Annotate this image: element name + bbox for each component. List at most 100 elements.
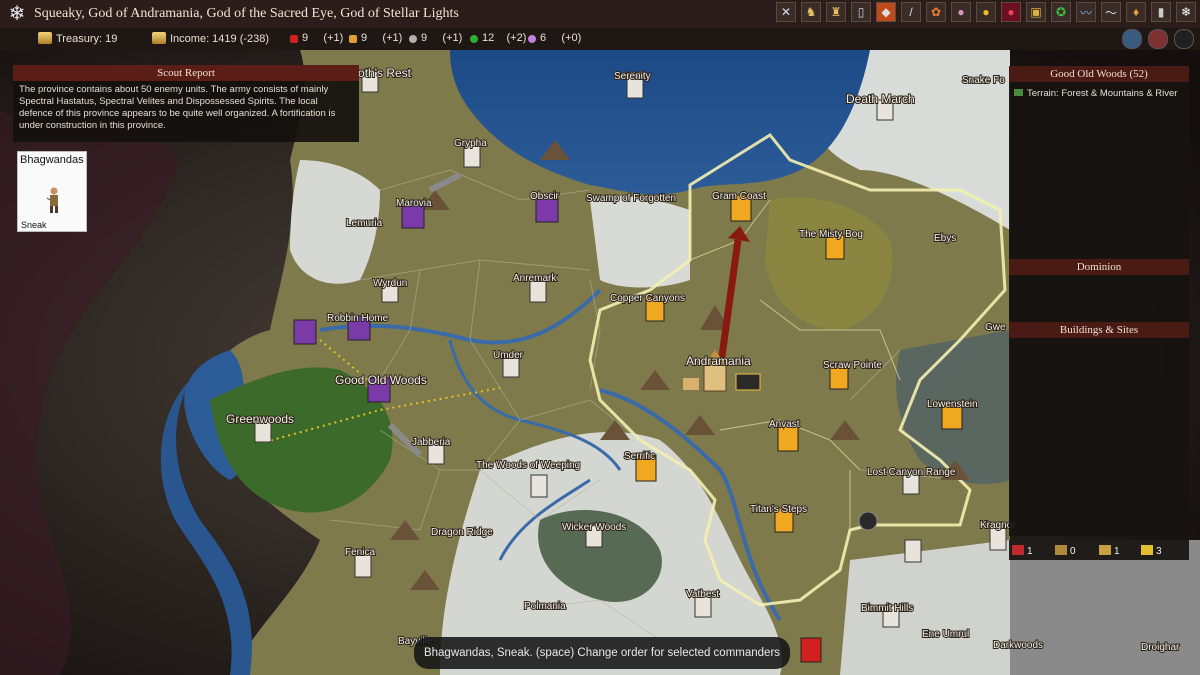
- label-lowenstein: Lowenstein: [927, 399, 978, 410]
- commander-portrait-icon: [46, 187, 58, 213]
- treasury: Treasury: 19: [38, 32, 117, 45]
- fire-gem-icon[interactable]: ◆: [876, 2, 896, 22]
- scout-report-text: The province contains about 50 enemy uni…: [19, 84, 336, 131]
- unit-count-2-value: 0: [1070, 546, 1076, 557]
- castle-icon[interactable]: ♜: [826, 2, 846, 22]
- label-greenwoods: Greenwoods: [226, 412, 294, 426]
- unit-count-3[interactable]: 1: [1099, 545, 1120, 557]
- unit-count-2[interactable]: 0: [1055, 545, 1076, 557]
- label-snake-fo: Snake Fo: [962, 75, 1005, 86]
- label-good-old-woods: Good Old Woods: [335, 373, 427, 387]
- yellow-arrow-icon: [1141, 545, 1153, 555]
- scout-report-header: Scout Report: [13, 65, 359, 81]
- label-lost-canyon-range: Lost Canyon Range: [867, 467, 956, 478]
- globe-icon[interactable]: ✪: [1051, 2, 1071, 22]
- candle-icon[interactable]: ♦: [1126, 2, 1146, 22]
- snowflake-icon[interactable]: ❄: [1176, 2, 1196, 22]
- earth-gem-value: 9: [421, 32, 428, 44]
- label-gwe: Gwe: [985, 322, 1006, 333]
- brain-icon[interactable]: ●: [951, 2, 971, 22]
- unit-count-1[interactable]: 1: [1012, 545, 1033, 557]
- label-serrific: Serrific: [624, 451, 655, 462]
- feather-icon[interactable]: /: [901, 2, 921, 22]
- unit-count-4[interactable]: 3: [1141, 545, 1162, 557]
- dark-orb-icon[interactable]: [1174, 29, 1194, 49]
- wind-icon[interactable]: 〜: [1101, 2, 1121, 22]
- air-gem-delta: (+1): [382, 32, 403, 44]
- label-anvast: Anvast: [769, 419, 800, 430]
- gold-helm-icon: [1055, 545, 1067, 555]
- nature-gems: 12 (+2): [470, 32, 526, 44]
- label-wyrdun: Wyrdun: [373, 278, 407, 289]
- crossed-swords-icon[interactable]: ✕: [776, 2, 796, 22]
- commander-name: Bhagwandas: [20, 154, 84, 166]
- snow-coast: [590, 195, 690, 288]
- status-message: Bhagwandas, Sneak. (space) Change order …: [414, 637, 790, 669]
- terrain-icon: [1014, 89, 1023, 96]
- top-toolbar: ✕ ♞ ♜ ▯ ◆ / ✿ ● ● ● ▣ ✪ 〰 〜 ♦ ▮ ❄: [776, 2, 1196, 26]
- tombstone-icon[interactable]: ▮: [1151, 2, 1171, 22]
- label-ene-umrul: Ene Umrul: [922, 629, 969, 640]
- earth-gem-delta: (+1): [442, 32, 463, 44]
- chest-icon[interactable]: ▣: [1026, 2, 1046, 22]
- label-jabberia: Jabberia: [412, 437, 451, 448]
- fire-gem-icon: [290, 35, 298, 43]
- army-icon[interactable]: ♞: [801, 2, 821, 22]
- label-vatbest: Vatbest: [686, 589, 719, 600]
- label-dragon-ridge: Dragon Ridge: [431, 527, 493, 538]
- air-gem-icon: [349, 35, 357, 43]
- red-banner-icon: [1012, 545, 1024, 555]
- fire-gem-value: 9: [302, 32, 309, 44]
- label-wicker-woods: Wicker Woods: [562, 522, 626, 533]
- globe-view-icon[interactable]: [1122, 29, 1142, 49]
- label-darkwoods: Darkwoods: [993, 640, 1043, 651]
- label-gram-coast: Gram Coast: [712, 191, 766, 202]
- province-info-panel: Good Old Woods (52) Terrain: Forest & Mo…: [1009, 66, 1189, 536]
- label-misty-bog: The Misty Bog: [799, 229, 863, 240]
- income-value: Income: 1419 (-238): [170, 33, 270, 45]
- air-gem-value: 9: [361, 32, 368, 44]
- magic-map-icon[interactable]: ✿: [926, 2, 946, 22]
- unit-count-3-value: 1: [1114, 546, 1120, 557]
- unit-count-1-value: 1: [1027, 546, 1033, 557]
- treasury-icon: [38, 32, 52, 44]
- commander-card[interactable]: Bhagwandas Sneak: [17, 151, 87, 232]
- label-fenica: Fenica: [345, 547, 375, 558]
- blood-icon[interactable]: ●: [1001, 2, 1021, 22]
- astral-pearl-icon: [528, 35, 536, 43]
- income-icon: [152, 32, 166, 44]
- label-copper-canyons: Copper Canyons: [610, 293, 685, 304]
- title-bar: ❄ Squeaky, God of Andramania, God of the…: [0, 0, 1200, 29]
- label-robbin-home: Robbin Home: [327, 313, 389, 324]
- water-icon[interactable]: 〰: [1076, 2, 1096, 22]
- scroll-icon[interactable]: ▯: [851, 2, 871, 22]
- label-ebys: Ebys: [934, 233, 956, 244]
- resource-bar: Treasury: 19 Income: 1419 (-238) 9 (+1) …: [0, 28, 1200, 51]
- dominion-header: Dominion: [1009, 259, 1189, 275]
- label-polmania: Polmania: [524, 601, 566, 612]
- terrain-info: Terrain: Forest & Mountains & River: [1014, 88, 1177, 99]
- label-umder: Umder: [493, 350, 524, 361]
- fire-gem-delta: (+1): [323, 32, 344, 44]
- gold-sword-icon: [1099, 545, 1111, 555]
- site-marker[interactable]: [858, 511, 878, 531]
- land-east: [1010, 540, 1200, 675]
- astral-pearls: 6 (+0): [528, 32, 581, 44]
- label-bimmit-hills: Bimmit Hills: [861, 603, 913, 614]
- sun-icon[interactable]: ●: [976, 2, 996, 22]
- air-gems: 9 (+1): [349, 32, 402, 44]
- astral-pearl-delta: (+0): [561, 32, 582, 44]
- commander-order: Sneak: [21, 220, 47, 230]
- label-serenity: Serenity: [614, 71, 651, 82]
- label-anremark: Anremark: [513, 273, 557, 284]
- label-death-march: Death March: [846, 92, 915, 106]
- label-lemuria: Lemuria: [346, 218, 383, 229]
- label-droighar: Droighar: [1141, 642, 1180, 653]
- treasury-value: Treasury: 19: [56, 33, 118, 45]
- snowflake-icon[interactable]: ❄: [6, 3, 28, 25]
- label-andramania: Andramania: [686, 354, 751, 368]
- window-title: Squeaky, God of Andramania, God of the S…: [34, 6, 459, 21]
- bless-icon[interactable]: [1148, 29, 1168, 49]
- nature-gem-icon: [470, 35, 478, 43]
- earth-gem-icon: [409, 35, 417, 43]
